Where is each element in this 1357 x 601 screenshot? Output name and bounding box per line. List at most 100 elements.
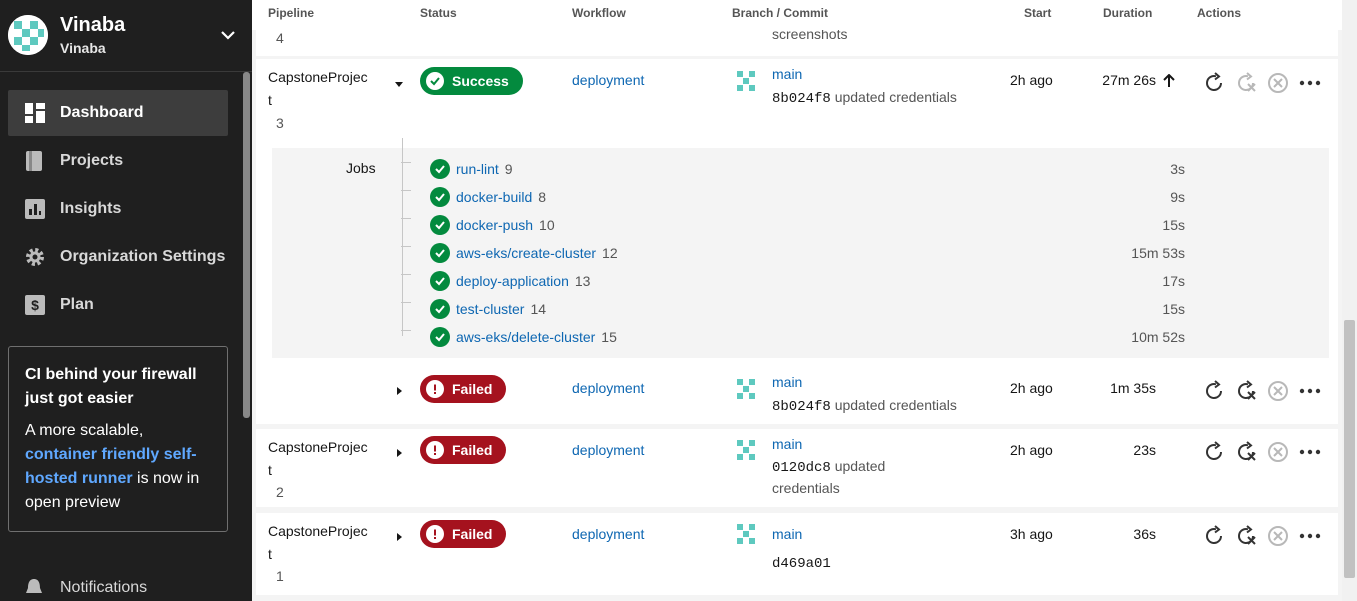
sidebar-item-insights[interactable]: Insights <box>8 186 228 232</box>
job-item[interactable]: deploy-application 13 17s <box>401 268 1192 296</box>
branch-link[interactable]: main <box>772 526 802 542</box>
sidebar-scrollbar[interactable] <box>243 72 250 418</box>
row-actions <box>1202 440 1330 464</box>
sidebar-item-label: Insights <box>60 200 122 217</box>
cancel-icon <box>1266 379 1290 403</box>
check-icon <box>426 72 444 90</box>
cancel-icon <box>1266 524 1290 548</box>
commit-info: 8b024f8 updated credentials <box>772 397 957 415</box>
commit-hash[interactable]: 0120dc8 <box>772 460 831 476</box>
pipeline-number: 3 <box>276 115 284 131</box>
bell-icon <box>24 577 46 599</box>
sidebar-item-label: Plan <box>60 296 94 313</box>
branch-link[interactable]: main <box>772 66 802 82</box>
workflow-link[interactable]: deployment <box>572 380 644 396</box>
col-pipeline: Pipeline <box>268 6 315 20</box>
jobs-panel: Jobs run-lint 9 3s docker-build 8 9s docke… <box>272 138 1329 358</box>
promo-body: A more scalable, container friendly self… <box>25 419 211 515</box>
workflow-link[interactable]: deployment <box>572 72 644 88</box>
sidebar-item-notifications[interactable]: Notifications <box>24 577 147 599</box>
status-badge[interactable]: Failed <box>420 520 507 548</box>
chevron-right-icon[interactable] <box>394 529 404 541</box>
rerun-failed-icon <box>1234 71 1258 95</box>
sidebar-item-label: Dashboard <box>60 104 144 121</box>
job-item[interactable]: aws-eks/create-cluster 12 15m 53s <box>401 240 1192 268</box>
chevron-right-icon[interactable] <box>394 383 404 395</box>
alert-icon <box>426 441 444 459</box>
gear-icon <box>24 246 46 268</box>
scrollbar-thumb[interactable] <box>1344 320 1355 578</box>
insights-icon <box>24 198 46 220</box>
job-duration: 17s <box>1162 273 1185 289</box>
job-item[interactable]: test-cluster 14 15s <box>401 296 1192 324</box>
table-header: Pipeline Status Workflow Branch / Commit… <box>252 0 1342 30</box>
rerun-failed-icon[interactable] <box>1234 440 1258 464</box>
pipeline-number: 1 <box>276 568 284 584</box>
chevron-down-icon[interactable] <box>218 25 238 45</box>
status-badge[interactable]: Failed <box>420 375 507 403</box>
sidebar: Vinaba Vinaba Dashboard Projects Insight… <box>0 0 252 601</box>
workflow-link[interactable]: deployment <box>572 526 644 542</box>
dashboard-icon <box>24 102 46 124</box>
row-actions <box>1202 524 1330 548</box>
more-icon[interactable] <box>1298 524 1322 548</box>
promo-title: CI behind your firewall just got easier <box>25 366 197 407</box>
col-status: Status <box>420 6 457 20</box>
job-item[interactable]: aws-eks/delete-cluster 15 10m 52s <box>401 324 1192 352</box>
page-scrollbar[interactable] <box>1342 0 1357 601</box>
org-avatar <box>8 15 48 55</box>
promo-card: CI behind your firewall just got easier … <box>8 346 228 532</box>
sidebar-item-projects[interactable]: Projects <box>8 138 228 184</box>
job-item[interactable]: docker-build 8 9s <box>401 184 1192 212</box>
pipeline-name[interactable]: CapstoneProjec t <box>268 520 378 566</box>
org-subtitle: Vinaba <box>60 40 106 56</box>
col-branch-commit: Branch / Commit <box>732 6 829 20</box>
chevron-down-icon[interactable] <box>394 76 404 87</box>
col-duration: Duration <box>1103 6 1153 20</box>
rerun-icon[interactable] <box>1202 71 1226 95</box>
duration: 23s <box>1133 442 1156 458</box>
rerun-failed-icon[interactable] <box>1234 524 1258 548</box>
rerun-icon[interactable] <box>1202 379 1226 403</box>
status-badge[interactable]: Success <box>420 67 523 95</box>
table-row[interactable]: CapstoneProjec t 1 Failed deployment mai… <box>256 513 1338 595</box>
workflow-link[interactable]: deployment <box>572 442 644 458</box>
pipeline-name[interactable]: CapstoneProjec t <box>268 436 378 482</box>
commit-message: updated credentials <box>834 89 957 105</box>
more-icon[interactable] <box>1298 440 1322 464</box>
avatar <box>734 68 760 94</box>
cancel-icon <box>1266 440 1290 464</box>
sidebar-item-dashboard[interactable]: Dashboard <box>8 90 228 136</box>
commit-hash[interactable]: d469a01 <box>772 556 831 572</box>
rerun-failed-icon[interactable] <box>1234 379 1258 403</box>
col-start: Start <box>1024 6 1052 20</box>
chevron-right-icon[interactable] <box>394 445 404 457</box>
table-row[interactable]: CapstoneProjec t 2 Failed deployment mai… <box>256 429 1338 507</box>
status-badge[interactable]: Failed <box>420 436 507 464</box>
col-actions: Actions <box>1197 6 1242 20</box>
alert-icon <box>426 380 444 398</box>
job-duration: 3s <box>1170 161 1185 177</box>
job-item[interactable]: run-lint 9 3s <box>401 156 1192 184</box>
rerun-icon[interactable] <box>1202 524 1226 548</box>
sidebar-item-label: Notifications <box>60 579 148 596</box>
commit-hash[interactable]: 8b024f8 <box>772 91 831 107</box>
job-item[interactable]: docker-push 10 15s <box>401 212 1192 240</box>
sidebar-item-plan[interactable]: $ Plan <box>8 282 228 328</box>
table-row[interactable]: CapstoneProjec t 3 Success deployment ma… <box>256 59 1338 424</box>
pipeline-name[interactable]: CapstoneProjec t <box>268 66 378 112</box>
sidebar-item-organization-settings[interactable]: Organization Settings <box>8 234 228 280</box>
branch-link[interactable]: main <box>772 374 802 390</box>
branch-link[interactable]: main <box>772 436 802 452</box>
more-icon[interactable] <box>1298 71 1322 95</box>
rerun-icon[interactable] <box>1202 440 1226 464</box>
commit-info: 0120dc8 updated <box>772 458 885 476</box>
more-icon[interactable] <box>1298 379 1322 403</box>
start-time: 2h ago <box>1010 72 1053 88</box>
commit-hash[interactable]: 8b024f8 <box>772 399 831 415</box>
cancel-icon <box>1266 71 1290 95</box>
org-switcher[interactable]: Vinaba Vinaba <box>0 0 252 72</box>
start-time: 2h ago <box>1010 380 1053 396</box>
alert-icon <box>426 525 444 543</box>
promo-text: A more scalable, <box>25 422 144 439</box>
